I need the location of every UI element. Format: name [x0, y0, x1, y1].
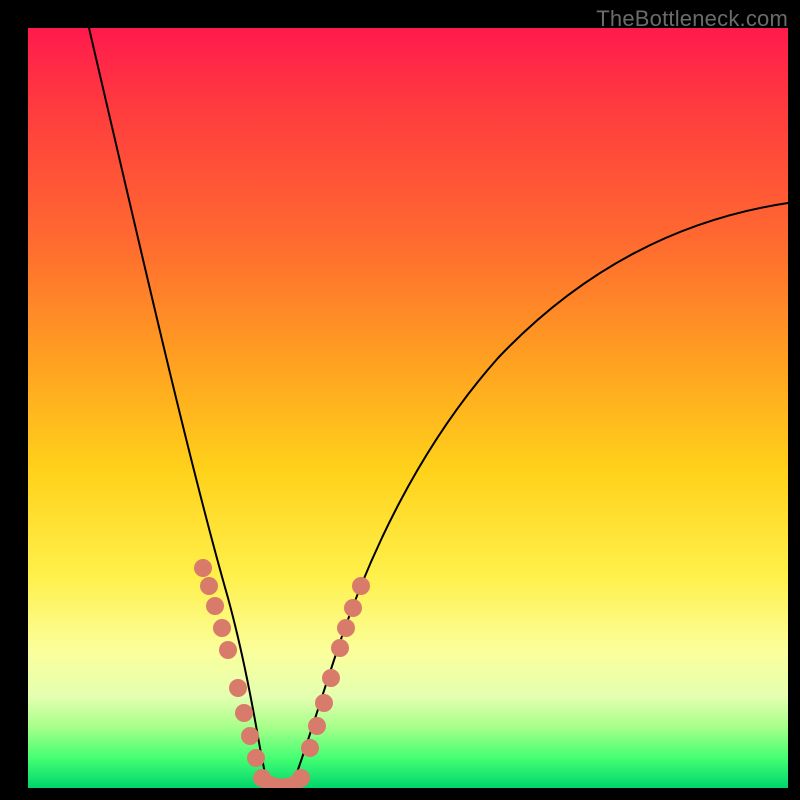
marker-dot — [315, 694, 333, 712]
marker-dot — [337, 619, 355, 637]
marker-dot — [206, 597, 224, 615]
watermark-text: TheBottleneck.com — [596, 6, 788, 32]
marker-dot — [331, 639, 349, 657]
marker-dot — [200, 577, 218, 595]
marker-dot — [322, 669, 340, 687]
marker-dot — [344, 599, 362, 617]
bottleneck-curve — [28, 28, 788, 788]
marker-dot — [241, 727, 259, 745]
marker-dot — [301, 739, 319, 757]
marker-dot — [213, 619, 231, 637]
curve-right — [292, 203, 788, 786]
marker-dot — [229, 679, 247, 697]
marker-dot — [235, 704, 253, 722]
curve-left — [89, 28, 268, 786]
marker-dot — [292, 769, 310, 787]
marker-dot — [194, 559, 212, 577]
plot-area — [28, 28, 788, 788]
marker-dot — [308, 717, 326, 735]
marker-dot — [219, 641, 237, 659]
marker-dot — [352, 577, 370, 595]
chart-frame: TheBottleneck.com — [0, 0, 800, 800]
marker-dot — [247, 749, 265, 767]
